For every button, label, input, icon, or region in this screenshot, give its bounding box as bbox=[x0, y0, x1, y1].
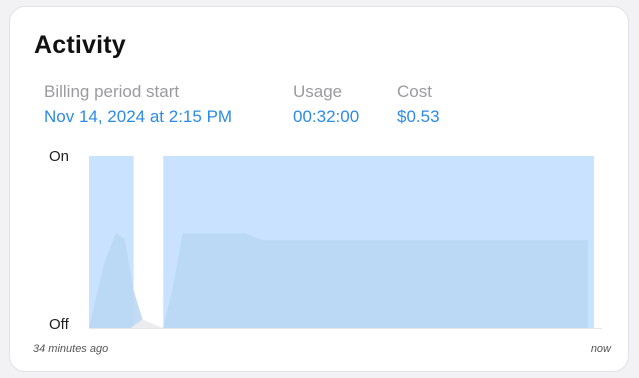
activity-chart bbox=[89, 156, 602, 329]
activity-card: Activity Billing period start Nov 14, 20… bbox=[9, 6, 629, 372]
x-axis-label-end: now bbox=[590, 343, 611, 355]
x-axis-label-start: 34 minutes ago bbox=[33, 343, 109, 355]
